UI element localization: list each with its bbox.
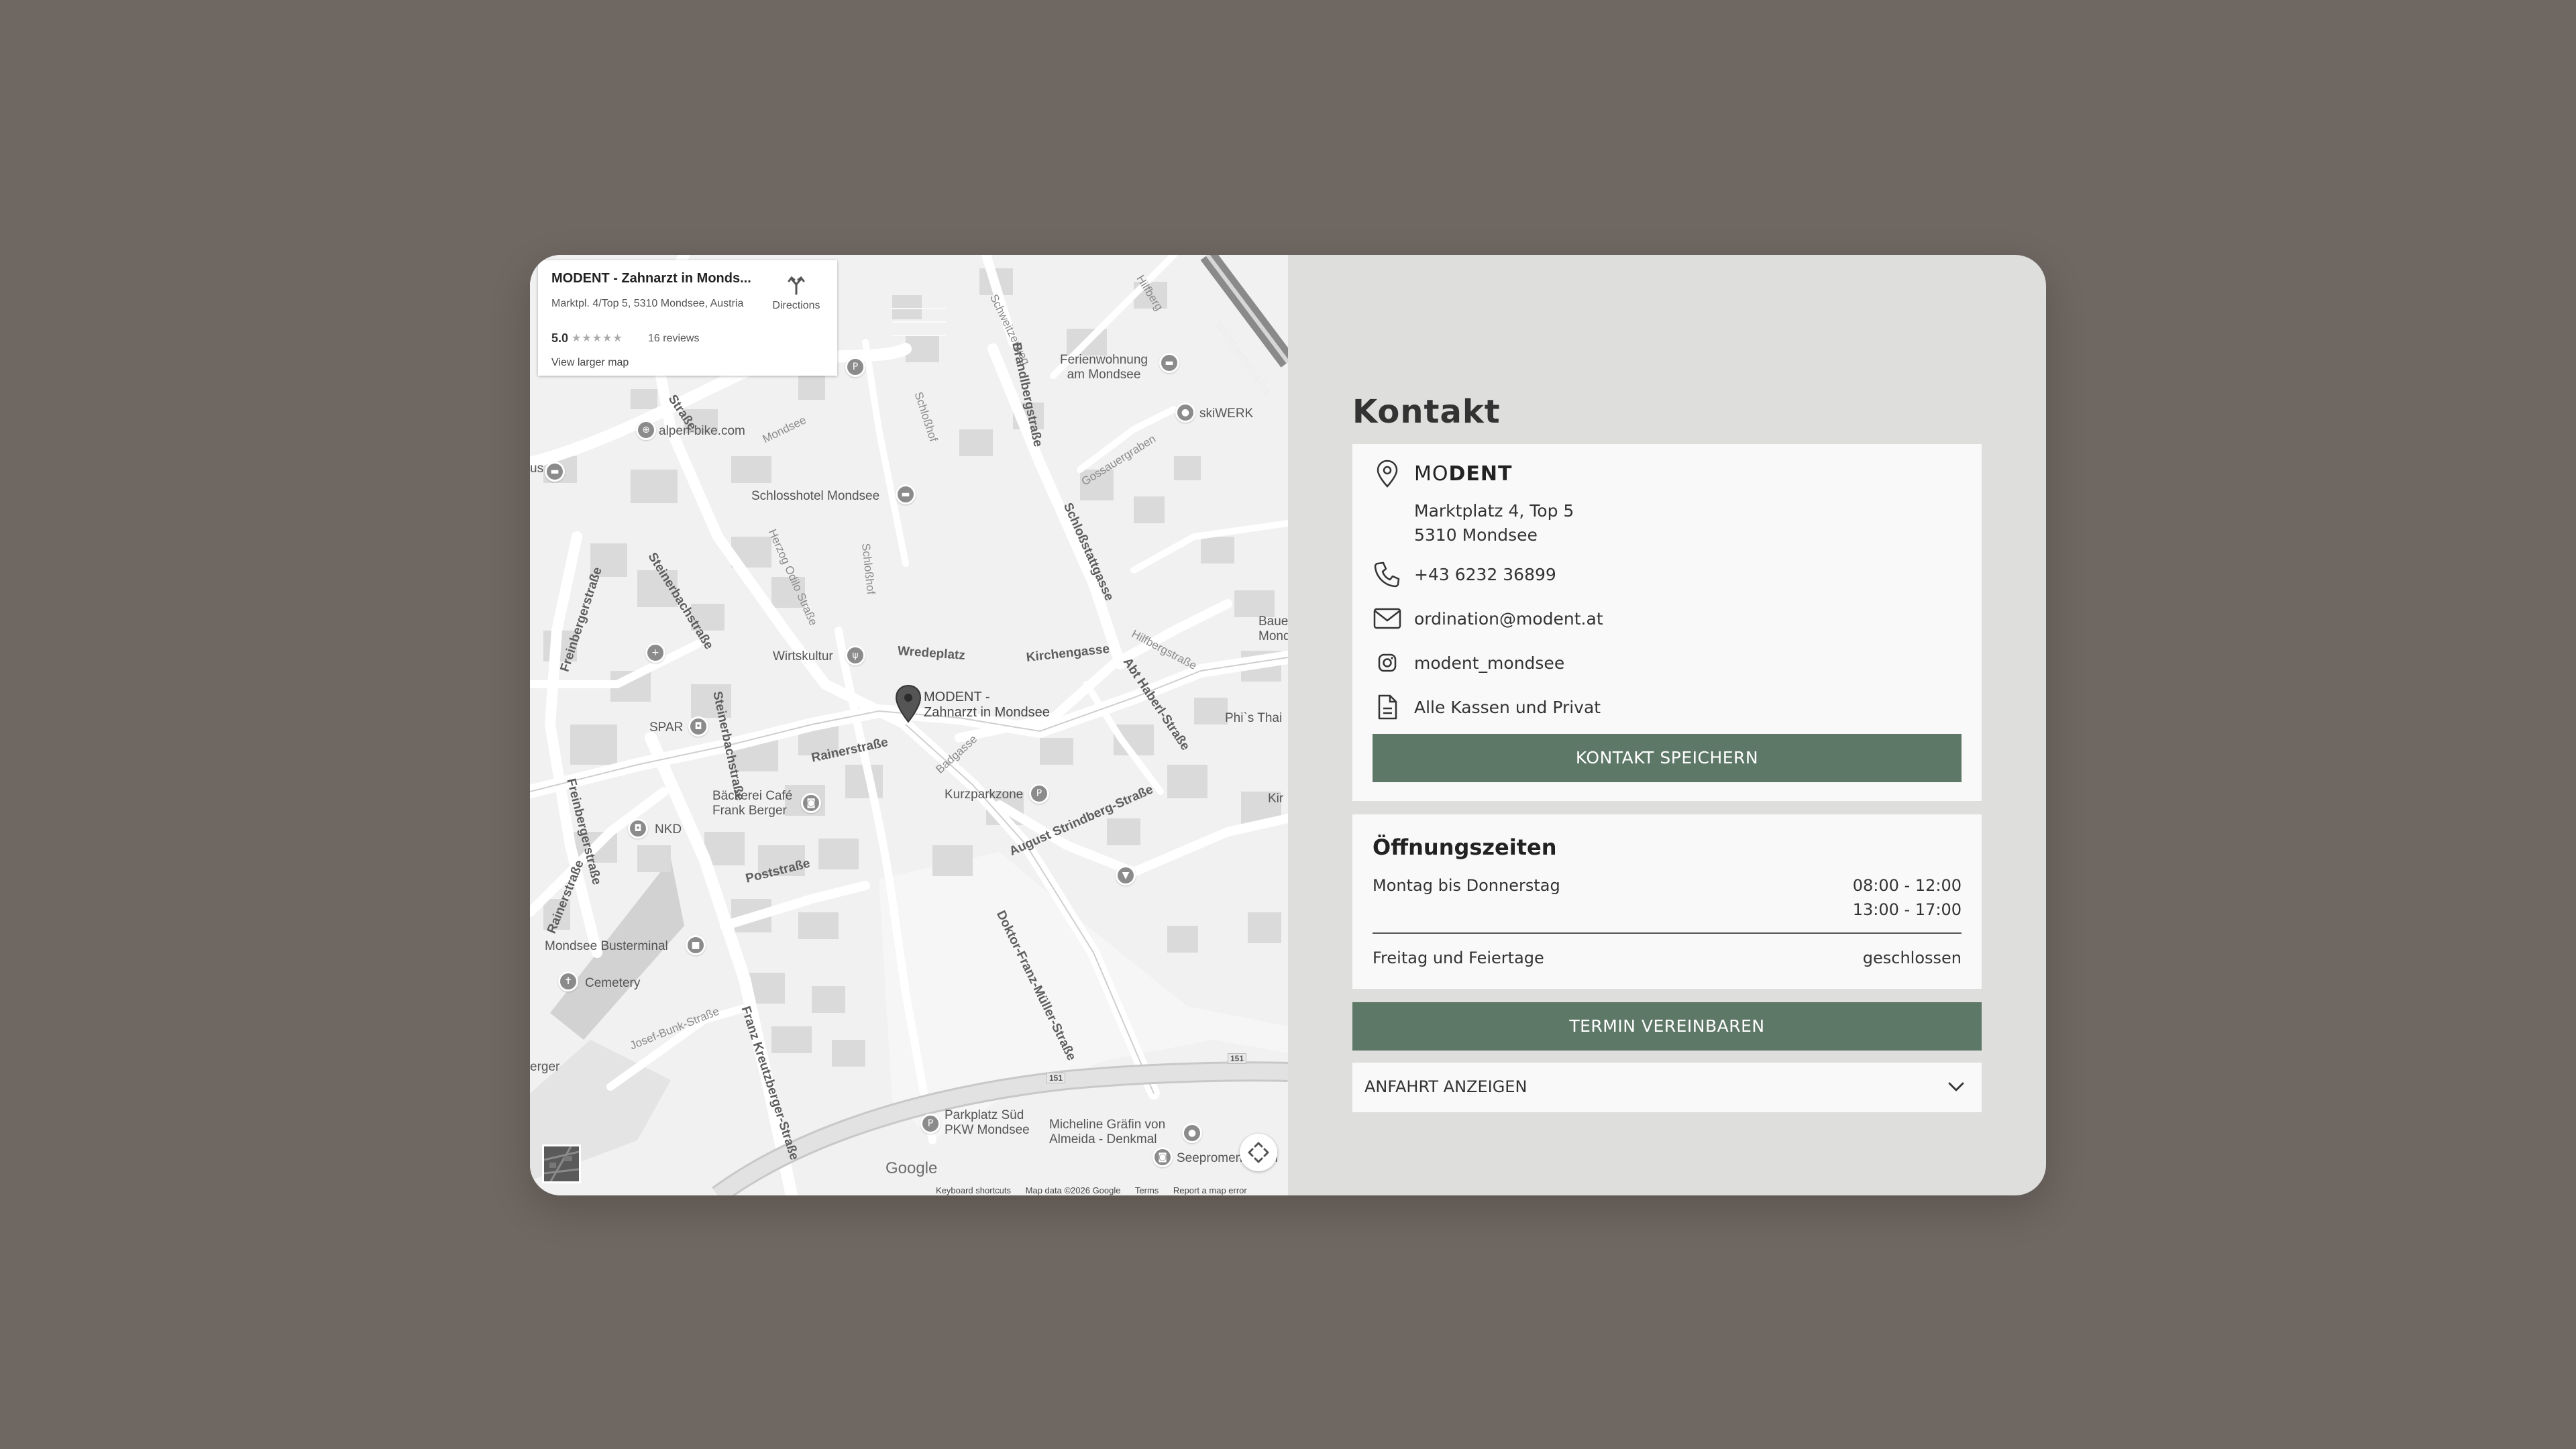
instagram-icon [1373,648,1402,678]
parking-pin-icon[interactable]: P [1029,784,1049,804]
instagram-handle: modent_mondsee [1414,653,1565,673]
parking-pin-icon[interactable]: P [920,1114,941,1134]
instagram-row[interactable]: modent_mondsee [1373,649,1564,676]
location-pin-icon [1373,459,1402,488]
camera-pin-icon[interactable]: ◙ [1152,1147,1173,1167]
contact-panel: Kontakt MODENT Marktplatz 4, Top 5 5310 … [1288,255,2046,1195]
poi-label: SPAR [649,720,684,735]
document-icon [1373,692,1402,722]
directions-icon [788,276,805,295]
address-line: 5310 Mondsee [1414,525,1538,545]
route-shield: 151 [1046,1073,1066,1083]
brand-name: MODENT [1414,462,1513,486]
hours-times: 08:00 - 12:00 13:00 - 17:00 [1852,876,1962,919]
poi-label: us [530,462,544,476]
poi-label: Kir [1268,792,1284,806]
map-data-label: Map data ©2026 Google [1025,1185,1121,1195]
poi-label: alpen-bike.com [659,424,745,438]
shop-pin-icon[interactable]: ● [1175,402,1195,423]
directions-button[interactable]: Directions [766,275,826,312]
parking-pin-icon[interactable]: P [845,357,865,377]
poi-label: erger [530,1060,560,1074]
place-rating: 5.0 [551,331,569,345]
brand-row: MODENT [1373,459,1513,488]
phone-number: +43 6232 36899 [1414,564,1556,584]
contact-info-box: MODENT Marktplatz 4, Top 5 5310 Mondsee … [1352,444,1982,801]
address: Marktplatz 4, Top 5 5310 Mondsee [1414,499,1574,547]
marker-label: MODENT - Zahnarzt in Mondsee [924,690,1050,720]
shopping-pin-icon[interactable]: ◘ [688,716,708,737]
view-larger-map-link[interactable]: View larger map [551,357,629,369]
pharmacy-pin-icon[interactable]: + [645,643,665,663]
email-address: ordination@modent.at [1414,608,1603,629]
google-logo: Google [885,1159,938,1177]
shop-pin-icon[interactable]: ◘ [628,818,648,839]
hotel-pin-icon[interactable]: ▬ [545,462,565,482]
poi-label: Schlosshotel Mondsee [751,489,880,503]
mail-icon [1373,604,1402,633]
hours-row: Freitag und Feiertage geschlossen [1373,946,1962,970]
reviews-link[interactable]: 16 reviews [648,333,699,345]
hotel-pin-icon[interactable]: ▬ [1159,353,1179,373]
cafe-pin-icon[interactable]: ◙ [801,793,821,813]
phone-icon [1373,559,1402,589]
hotel-pin-icon[interactable]: ▬ [896,484,916,504]
poi-label: Bäckerei Café Frank Berger [712,789,793,818]
poi-label: Kurzparkzone [945,788,1024,802]
hours-times: geschlossen [1862,949,1962,967]
place-title: MODENT - Zahnarzt in Monds... [551,271,751,286]
poi-label: Wirtskultur [773,649,833,663]
phone-row[interactable]: +43 6232 36899 [1373,561,1556,588]
contact-card: Westautobahn Schweitzerweg Hilfberg Bran… [530,255,2046,1195]
chevron-down-icon [1944,1075,1968,1102]
directions-accordion[interactable]: ANFAHRT ANZEIGEN [1352,1063,1982,1112]
terms-link[interactable]: Terms [1135,1185,1159,1195]
location-marker-icon[interactable] [894,684,923,724]
satellite-thumbnail-icon [544,1146,579,1181]
directions-label: Directions [772,300,820,311]
insurance-info: Alle Kassen und Privat [1414,697,1601,717]
email-row[interactable]: ordination@modent.at [1373,605,1603,632]
poi-label: Ferienwohnung am Mondsee [1060,353,1148,382]
address-line: Marktplatz 4, Top 5 [1414,501,1574,521]
bus-pin-icon[interactable]: ■ [686,935,706,955]
hours-divider [1373,932,1962,934]
poi-label: Cemetery [585,976,641,990]
place-address: Marktpl. 4/Top 5, 5310 Mondsee, Austria [551,298,744,309]
opening-hours-box: Öffnungszeiten Montag bis Donnerstag 08:… [1352,814,1982,989]
directions-accordion-label: ANFAHRT ANZEIGEN [1364,1077,1527,1096]
insurance-row: Alle Kassen und Privat [1373,694,1601,720]
page-title: Kontakt [1352,393,1501,431]
keyboard-shortcuts-link[interactable]: Keyboard shortcuts [936,1185,1011,1195]
cemetery-pin-icon[interactable]: ✝ [558,971,578,991]
hours-row: Montag bis Donnerstag 08:00 - 12:00 13:00… [1373,873,1962,919]
book-appointment-button[interactable]: TERMIN VEREINBAREN [1352,1002,1982,1051]
save-contact-button[interactable]: KONTAKT SPEICHERN [1373,734,1962,782]
opening-hours-title: Öffnungszeiten [1373,835,1557,860]
poi-label: Parkplatz Süd PKW Mondsee [945,1108,1030,1137]
place-info-card: MODENT - Zahnarzt in Monds... Marktpl. 4… [538,260,837,376]
satellite-toggle[interactable] [542,1144,581,1183]
poi-label: BaueMondt [1258,614,1288,643]
poi-label: Micheline Gräfin von Almeida - Denkmal [1049,1118,1166,1146]
report-error-link[interactable]: Report a map error [1173,1185,1247,1195]
poi-label: skiWERK [1199,407,1254,421]
restaurant-pin-icon[interactable]: ψ [845,645,865,665]
google-map[interactable]: Westautobahn Schweitzerweg Hilfberg Bran… [530,255,1288,1195]
route-shield: 151 [1228,1053,1247,1064]
fullscreen-icon [1248,1142,1269,1163]
poi-label: NKD [655,822,682,837]
fullscreen-button[interactable] [1240,1134,1277,1171]
star-rating-icon: ★★★★★ [572,333,623,344]
monument-pin-icon[interactable]: ● [1182,1123,1202,1143]
poi-label: Mondsee Busterminal [545,939,668,953]
poi-label: Phi`s Thai [1225,711,1283,725]
shop-pin-icon[interactable]: ⊕ [636,420,656,440]
landmark-pin-icon[interactable]: ▼ [1116,865,1136,885]
map-attribution: Keyboard shortcuts Map data ©2026 Google… [936,1185,1259,1195]
